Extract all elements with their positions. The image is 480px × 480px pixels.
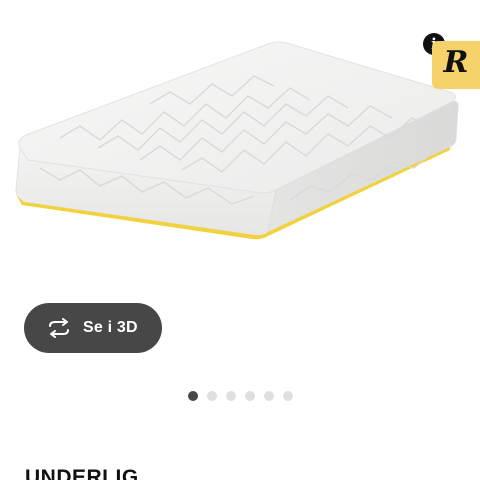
carousel-dot[interactable] [225, 391, 236, 401]
carousel-dot[interactable] [282, 391, 293, 401]
carousel-dot[interactable] [263, 391, 274, 401]
carousel-dots [0, 391, 480, 403]
view-3d-label: Se i 3D [83, 319, 138, 336]
product-image[interactable] [0, 0, 480, 300]
view-3d-button[interactable]: Se i 3D [24, 303, 162, 353]
carousel-dot[interactable] [187, 391, 198, 401]
carousel-dot[interactable] [244, 391, 255, 401]
rotate-icon [49, 318, 69, 338]
product-title: UNDERLIG [25, 466, 139, 480]
brand-badge-letter: R [443, 45, 469, 80]
brand-badge[interactable]: R [432, 41, 480, 89]
product-page: i R Se i 3D UNDERLIG [0, 0, 480, 480]
carousel-dot[interactable] [206, 391, 217, 401]
